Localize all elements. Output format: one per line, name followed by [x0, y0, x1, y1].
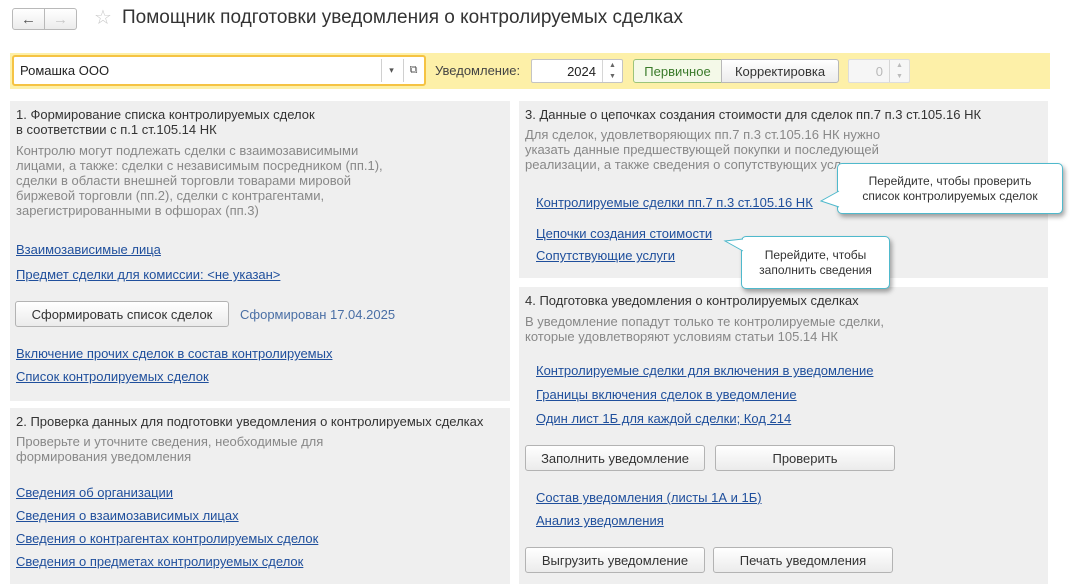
- spin-down-icon: ▼: [896, 73, 903, 80]
- print-notice-button[interactable]: Печать уведомления: [713, 547, 893, 573]
- tooltip-arrow-icon: [819, 190, 840, 208]
- organization-field[interactable]: Ромашка ООО ▾ ⧉: [12, 55, 426, 86]
- open-icon[interactable]: ⧉: [403, 59, 423, 82]
- tooltip-check-deals: Перейдите, чтобы проверить список контро…: [819, 163, 1063, 214]
- fill-notice-button[interactable]: Заполнить уведомление: [525, 445, 705, 471]
- link-include-other-deals[interactable]: Включение прочих сделок в состав контрол…: [16, 346, 332, 361]
- link-related-persons-info[interactable]: Сведения о взаимозависимых лицах: [16, 508, 239, 523]
- check-button[interactable]: Проверить: [715, 445, 895, 471]
- form-deals-list-button[interactable]: Сформировать список сделок: [15, 301, 229, 327]
- tooltip-fill-info: Перейдите, чтобы заполнить сведения: [723, 236, 890, 289]
- section-4-title: 4. Подготовка уведомления о контролируем…: [525, 293, 859, 308]
- notice-label: Уведомление:: [435, 63, 521, 78]
- section-1-title: 1. Формирование списка контролируемых сд…: [16, 107, 315, 137]
- link-deals-pp7[interactable]: Контролируемые сделки пп.7 п.3 ст.105.16…: [536, 195, 813, 210]
- link-related-persons[interactable]: Взаимозависимые лица: [16, 242, 161, 257]
- page-title: Помощник подготовки уведомления о контро…: [122, 7, 683, 28]
- year-stepper[interactable]: ▲ ▼: [602, 60, 622, 82]
- correction-toggle[interactable]: Корректировка: [721, 59, 839, 83]
- link-notice-analysis[interactable]: Анализ уведомления: [536, 513, 664, 528]
- link-value-chains[interactable]: Цепочки создания стоимости: [536, 226, 712, 241]
- formed-status: Сформирован 17.04.2025: [240, 307, 396, 322]
- forward-button[interactable]: →: [44, 8, 77, 30]
- star-icon[interactable]: ☆: [94, 6, 112, 30]
- section-2-title: 2. Проверка данных для подготовки уведом…: [16, 414, 484, 429]
- arrow-right-icon: →: [53, 10, 68, 28]
- primary-toggle[interactable]: Первичное: [633, 59, 722, 83]
- section-3-description: Для сделок, удовлетворяющих пп.7 п.3 ст.…: [525, 127, 881, 172]
- link-inclusion-bounds[interactable]: Границы включения сделок в уведомление: [536, 387, 797, 402]
- link-counterparties-info[interactable]: Сведения о контрагентах контролируемых с…: [16, 531, 318, 546]
- correction-number-field: 0 ▲ ▼: [848, 59, 910, 83]
- organization-value: Ромашка ООО: [20, 63, 110, 78]
- section-4-description: В уведомление попадут только те контроли…: [525, 314, 885, 344]
- export-notice-button[interactable]: Выгрузить уведомление: [525, 547, 705, 573]
- year-field[interactable]: 2024 ▲ ▼: [531, 59, 623, 83]
- link-controlled-deals-list[interactable]: Список контролируемых сделок: [16, 369, 209, 384]
- correction-number-value: 0: [875, 64, 883, 79]
- link-commission-subject[interactable]: Предмет сделки для комиссии: <не указан>: [16, 267, 280, 282]
- chevron-down-icon[interactable]: ▾: [381, 59, 401, 82]
- correction-stepper: ▲ ▼: [889, 60, 909, 82]
- link-organization-info[interactable]: Сведения об организации: [16, 485, 173, 500]
- arrow-left-icon: ←: [21, 10, 36, 28]
- spin-down-icon[interactable]: ▼: [603, 71, 622, 82]
- year-value: 2024: [567, 64, 596, 79]
- spin-up-icon: ▲: [896, 62, 903, 69]
- link-deals-for-inclusion[interactable]: Контролируемые сделки для включения в ув…: [536, 363, 873, 378]
- link-related-services[interactable]: Сопутствующие услуги: [536, 248, 675, 263]
- section-3-title: 3. Данные о цепочках создания стоимости …: [525, 107, 982, 122]
- link-deal-subjects-info[interactable]: Сведения о предметах контролируемых сдел…: [16, 554, 303, 569]
- section-1-description: Контролю могут подлежать сделки с взаимо…: [16, 143, 383, 218]
- tooltip-arrow-icon: [723, 238, 744, 252]
- back-button[interactable]: ←: [12, 8, 45, 30]
- link-notice-composition[interactable]: Состав уведомления (листы 1А и 1Б): [536, 490, 762, 505]
- spin-up-icon[interactable]: ▲: [603, 60, 622, 71]
- link-one-sheet-per-deal[interactable]: Один лист 1Б для каждой сделки; Код 214: [536, 411, 791, 426]
- section-2-description: Проверьте и уточните сведения, необходим…: [16, 434, 324, 464]
